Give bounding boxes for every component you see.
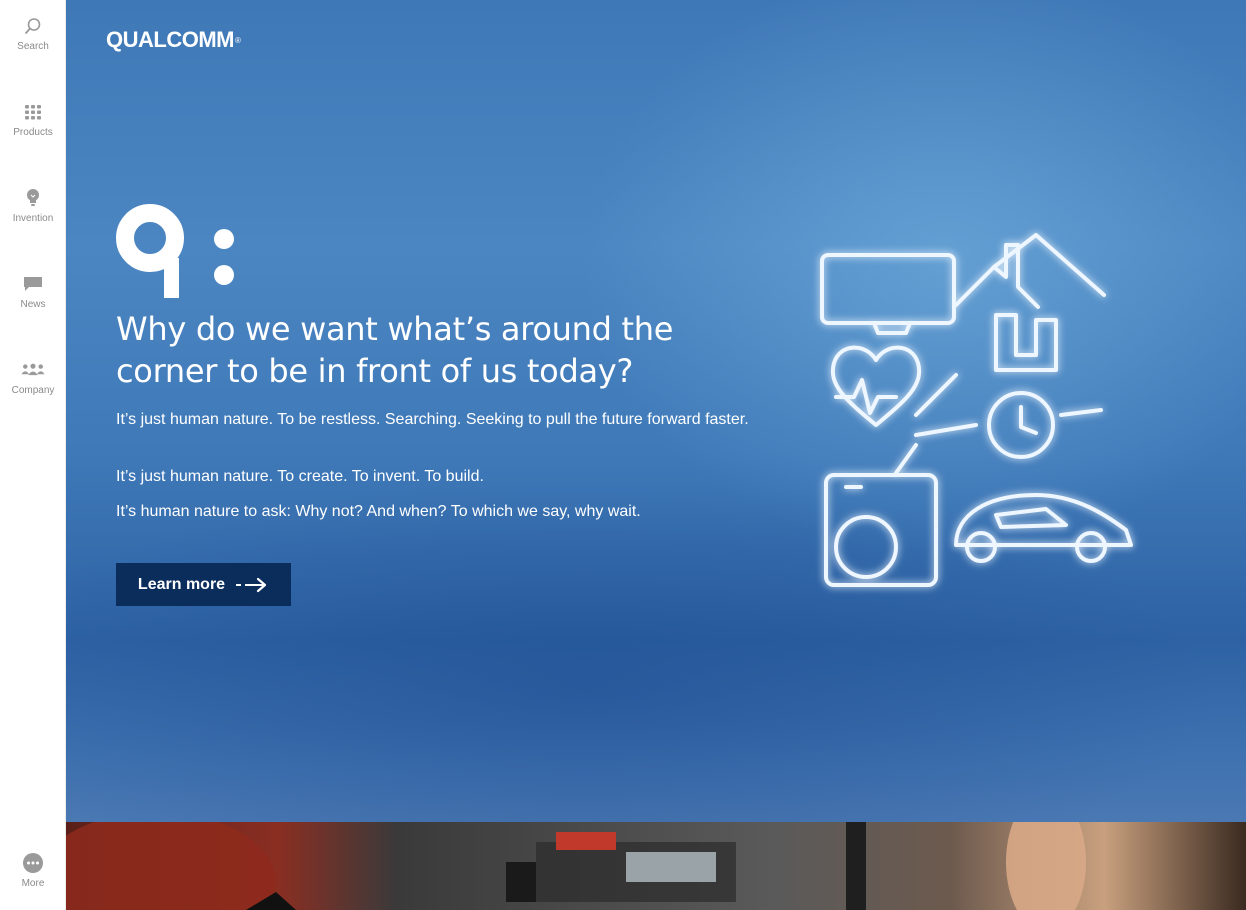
drone-photo	[66, 822, 1086, 910]
sidebar-item-search[interactable]: Search	[0, 14, 66, 54]
sidebar-item-company[interactable]: Company	[0, 358, 66, 398]
sidebar-item-more[interactable]: More	[0, 851, 66, 891]
sidebar-item-label: Search	[17, 41, 49, 52]
people-icon	[21, 358, 45, 382]
sidebar-item-label: More	[21, 878, 45, 889]
registered-mark: ®	[234, 35, 241, 45]
learn-more-button[interactable]: Learn more	[116, 563, 291, 606]
more-dots-icon	[21, 851, 45, 875]
sidebar-item-label: Company	[11, 385, 55, 396]
search-icon	[21, 14, 45, 38]
chat-bubble-icon	[21, 272, 45, 296]
hero-section: QUALCOMM ® Why do we want what’s around …	[66, 0, 1246, 822]
hero-headline: Why do we want what’s around the corner …	[116, 310, 674, 390]
hero-paragraph-3: It’s human nature to ask: Why not? And w…	[116, 503, 641, 520]
hero-paragraph-1: It’s just human nature. To be restless. …	[116, 411, 749, 428]
arrow-right-icon	[235, 577, 269, 593]
hero-paragraph-2: It’s just human nature. To create. To in…	[116, 468, 484, 485]
next-section-image	[66, 822, 1246, 910]
qualcomm-logo[interactable]: QUALCOMM ®	[106, 24, 241, 56]
sidebar-item-label: Invention	[12, 213, 54, 224]
neon-icons-illustration	[820, 233, 1133, 587]
lightbulb-icon	[21, 186, 45, 210]
learn-more-label: Learn more	[137, 575, 226, 593]
sidebar: Search Products Invention News Company M…	[0, 0, 66, 910]
sidebar-item-news[interactable]: News	[0, 272, 66, 312]
sidebar-item-invention[interactable]: Invention	[0, 186, 66, 226]
grid-icon	[21, 100, 45, 124]
sidebar-item-label: News	[20, 299, 46, 310]
q-colon-mark	[116, 204, 234, 298]
sidebar-item-label: Products	[13, 127, 53, 138]
logo-wordmark: QUALCOMM	[106, 27, 234, 52]
sidebar-item-products[interactable]: Products	[0, 100, 66, 140]
